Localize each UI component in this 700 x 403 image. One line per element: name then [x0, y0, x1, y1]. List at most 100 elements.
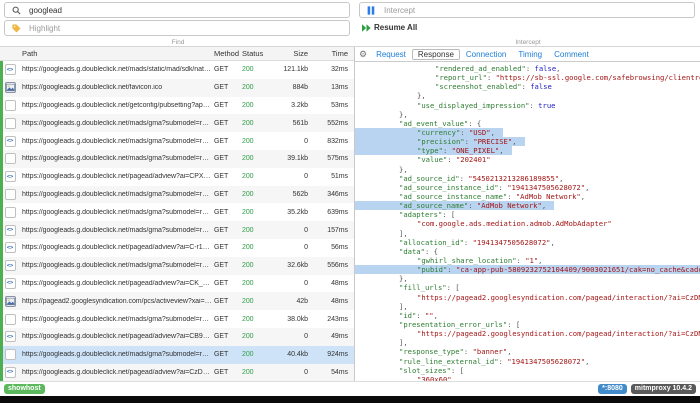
flow-row[interactable]: https://googleads.g.doubleclick.net/mads…: [0, 186, 354, 204]
flow-time: 48ms: [308, 280, 354, 287]
flow-status: 200: [242, 351, 268, 358]
flow-status: 200: [242, 155, 268, 162]
flow-list-panel: Path Method Status Size Time https://goo…: [0, 47, 355, 381]
tab-response[interactable]: Response: [412, 49, 460, 60]
flow-row[interactable]: https://googleads.g.doubleclick.net/mads…: [0, 150, 354, 168]
flow-row[interactable]: https://googleads.g.doubleclick.net/page…: [0, 364, 354, 381]
flow-status: 200: [242, 280, 268, 287]
flow-row[interactable]: https://pagead2.googlesyndication.com/pc…: [0, 292, 354, 310]
flow-row[interactable]: https://googleads.g.doubleclick.net/page…: [0, 239, 354, 257]
flow-row[interactable]: https://googleads.g.doubleclick.net/mads…: [0, 257, 354, 275]
flow-status: 200: [242, 102, 268, 109]
flow-size: 0: [268, 244, 308, 251]
column-header-time[interactable]: Time: [308, 49, 354, 58]
find-caption: Find: [0, 39, 356, 46]
intercept-input[interactable]: [382, 4, 694, 16]
flow-row[interactable]: https://googleads.g.doubleclick.net/mads…: [0, 221, 354, 239]
json-line: "screenshot_enabled": false: [355, 82, 700, 91]
search-icon: [5, 6, 27, 15]
flow-row[interactable]: https://googleads.g.doubleclick.net/mads…: [0, 203, 354, 221]
json-line-highlighted: "pubid": "ca-app-pub-5809232752104409/90…: [355, 265, 700, 274]
flow-row[interactable]: https://googleads.g.doubleclick.net/page…: [0, 328, 354, 346]
flow-size: 561b: [268, 120, 308, 127]
tab-timing[interactable]: Timing: [512, 49, 548, 60]
flow-time: 13ms: [308, 84, 354, 91]
flow-time: 575ms: [308, 155, 354, 162]
flow-path: https://googleads.g.doubleclick.net/page…: [20, 244, 212, 251]
flow-row[interactable]: https://googleads.g.doubleclick.net/mads…: [0, 310, 354, 328]
highlight-input[interactable]: [27, 22, 349, 34]
flow-marker: [0, 346, 3, 364]
column-header-size[interactable]: Size: [268, 49, 308, 58]
document-file-icon: [0, 314, 20, 325]
flow-path: https://googleads.g.doubleclick.net/mads…: [20, 262, 212, 269]
code-file-icon: [0, 260, 20, 271]
json-line: "response_type": "banner",: [355, 347, 700, 356]
json-line: "ad_source_instance_name": "AdMob Networ…: [355, 192, 700, 201]
flow-method: GET: [212, 351, 242, 358]
flow-row[interactable]: https://googleads.g.doubleclick.net/mads…: [0, 61, 354, 79]
flow-marker: [0, 275, 3, 293]
document-file-icon: [0, 189, 20, 200]
resume-all-button[interactable]: Resume All: [360, 22, 419, 33]
flow-size: 39.1kb: [268, 155, 308, 162]
toolbar: Find Resume All Intercept: [0, 0, 700, 47]
flow-marker: [0, 168, 3, 186]
flow-row[interactable]: https://googleads.g.doubleclick.net/favi…: [0, 79, 354, 97]
flow-row[interactable]: https://googleads.g.doubleclick.net/page…: [0, 275, 354, 293]
column-header-method[interactable]: Method: [212, 49, 242, 58]
tag-icon: [5, 24, 27, 33]
column-header-status[interactable]: Status: [242, 49, 268, 58]
json-line: "use_displayed_impression": true: [355, 101, 700, 110]
tab-comment[interactable]: Comment: [548, 49, 595, 60]
flow-size: 0: [268, 369, 308, 376]
flow-size: 562b: [268, 191, 308, 198]
flow-time: 639ms: [308, 209, 354, 216]
flow-row[interactable]: https://googleads.g.doubleclick.net/mads…: [0, 114, 354, 132]
flow-method: GET: [212, 227, 242, 234]
fast-forward-icon: [362, 24, 371, 32]
column-header-path[interactable]: Path: [20, 49, 212, 58]
flow-row[interactable]: https://googleads.g.doubleclick.net/page…: [0, 168, 354, 186]
flow-time: 54ms: [308, 369, 354, 376]
flow-method: GET: [212, 173, 242, 180]
json-line: "fill_urls": [: [355, 283, 700, 292]
flow-time: 56ms: [308, 244, 354, 251]
json-line: "adapters": [: [355, 210, 700, 219]
flow-size: 0: [268, 227, 308, 234]
tab-request[interactable]: Request: [370, 49, 412, 60]
flow-status: 200: [242, 173, 268, 180]
flow-row[interactable]: https://googleads.g.doubleclick.net/mads…: [0, 132, 354, 150]
flow-method: GET: [212, 66, 242, 73]
main-split: Path Method Status Size Time https://goo…: [0, 47, 700, 381]
json-line: },: [355, 91, 700, 100]
json-line-highlighted: "precision": "PRECISE",: [355, 137, 525, 146]
json-line-highlighted: "currency": "USD",: [355, 128, 503, 137]
json-line: "id": "",: [355, 311, 700, 320]
flow-method: GET: [212, 244, 242, 251]
flow-size: 42b: [268, 298, 308, 305]
flow-row[interactable]: https://googleads.g.doubleclick.net/mads…: [0, 346, 354, 364]
intercept-caption: Intercept: [356, 39, 700, 46]
flow-marker: [0, 203, 3, 221]
flow-path: https://googleads.g.doubleclick.net/mads…: [20, 227, 212, 234]
flow-row[interactable]: https://googleads.g.doubleclick.net/getc…: [0, 97, 354, 115]
flow-size: 0: [268, 333, 308, 340]
code-file-icon: [0, 331, 20, 342]
flow-size: 32.6kb: [268, 262, 308, 269]
json-line: "ad_source_instance_id": "19413475056280…: [355, 183, 700, 192]
flow-status: 200: [242, 209, 268, 216]
flow-method: GET: [212, 155, 242, 162]
flow-method: GET: [212, 262, 242, 269]
tab-connection[interactable]: Connection: [460, 49, 512, 60]
flow-time: 832ms: [308, 138, 354, 145]
json-line: "presentation_error_urls": [: [355, 320, 700, 329]
response-json-view[interactable]: "rendered_ad_enabled": false,"report_url…: [355, 62, 700, 381]
flow-time: 157ms: [308, 227, 354, 234]
flow-path: https://googleads.g.doubleclick.net/mads…: [20, 209, 212, 216]
gear-icon[interactable]: ⚙: [359, 50, 367, 59]
search-input[interactable]: [27, 4, 349, 16]
code-file-icon: [0, 278, 20, 289]
image-file-icon: [0, 296, 20, 307]
flow-path: https://googleads.g.doubleclick.net/mads…: [20, 191, 212, 198]
